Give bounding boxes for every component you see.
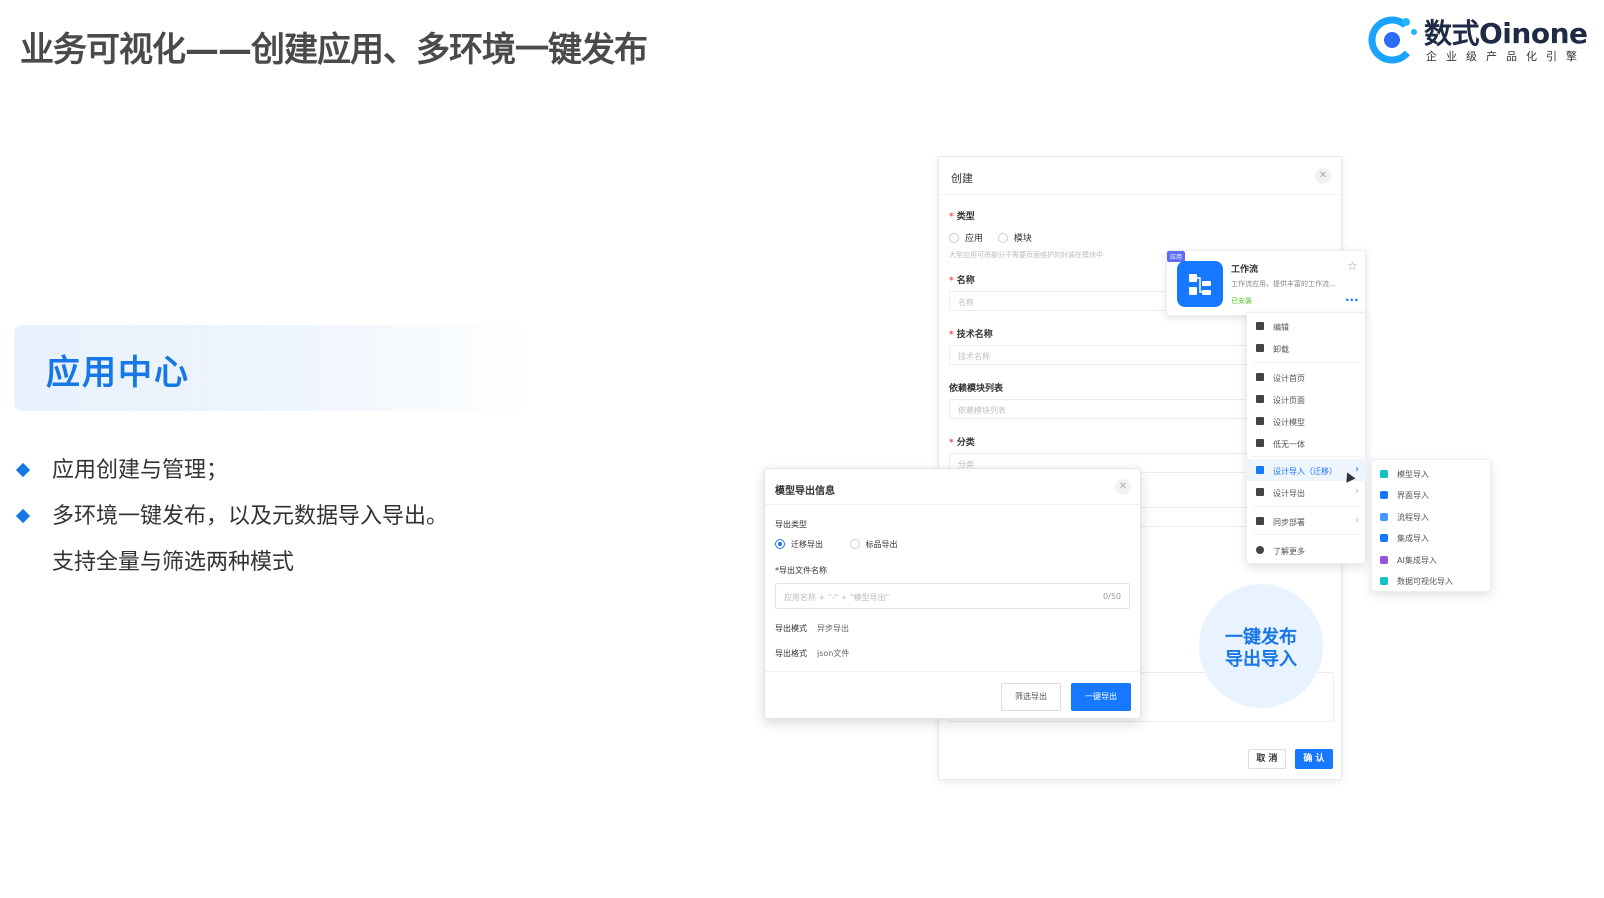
radio-standard-export[interactable]: [849, 539, 860, 549]
integration-import-icon: [1380, 534, 1388, 542]
feature-badge: 一键发布 导出导入: [1199, 584, 1323, 708]
submenu-item-integration-import[interactable]: 集成导入: [1372, 527, 1492, 547]
export-icon: [1256, 488, 1264, 496]
bullet-list: 应用创建与管理； 多环境一键发布，以及元数据导入导出。支持全量与筛选两种模式: [15, 448, 456, 586]
home-icon: [1256, 373, 1264, 381]
radio-module-label: 模块: [1013, 234, 1032, 244]
import-submenu: 模型导入 界面导入 流程导入 集成导入 AI集成导入 数据可视化导入: [1371, 459, 1491, 592]
category-label: * 分类: [949, 438, 975, 448]
diamond-bullet-icon: [15, 462, 31, 478]
badge-line-2: 导出导入: [1225, 649, 1297, 670]
footer-divider: [765, 671, 1140, 672]
menu-item-design-export[interactable]: 设计导出 ›: [1247, 481, 1367, 503]
chevron-right-icon: ›: [1355, 486, 1359, 497]
diamond-bullet-icon: [15, 508, 31, 524]
pencil-icon: [1256, 322, 1264, 330]
radio-migrate-export[interactable]: [775, 539, 785, 549]
import-icon: [1256, 466, 1264, 474]
radio-standard-export-label: 标品导出: [865, 540, 898, 549]
more-icon[interactable]: ···: [1345, 293, 1359, 307]
cancel-button[interactable]: 取 消: [1248, 749, 1286, 769]
menu-item-design-model[interactable]: 设计模型: [1247, 410, 1367, 432]
radio-app[interactable]: [949, 233, 959, 243]
table-icon: [1256, 517, 1264, 525]
file-name-placeholder: 应用名称 + "-" + "模型导出": [784, 593, 890, 602]
flow-import-icon: [1380, 513, 1388, 521]
brand-logo: 数式Oinone 企业级产品化引擎: [1368, 10, 1588, 64]
submenu-item-model-import[interactable]: 模型导入: [1372, 463, 1492, 483]
model-import-icon: [1380, 470, 1388, 478]
menu-divider: [1253, 506, 1361, 507]
star-icon[interactable]: ☆: [1347, 259, 1358, 273]
slide-title: 业务可视化——创建应用、多环境一键发布: [20, 30, 648, 70]
uninstall-icon: [1256, 344, 1264, 352]
menu-item-lowcode[interactable]: 低无一体: [1247, 432, 1367, 454]
confirm-button[interactable]: 确 认: [1295, 749, 1333, 769]
section-title: 应用中心: [46, 353, 190, 393]
export-dialog-title: 模型导出信息: [765, 469, 1140, 505]
radio-migrate-export-label: 迁移导出: [791, 540, 823, 549]
tech-name-label: * 技术名称: [949, 330, 993, 340]
menu-item-design-page[interactable]: 设计页面: [1247, 388, 1367, 410]
bullet-text: 应用创建与管理；: [52, 458, 229, 483]
menu-divider: [1253, 534, 1361, 535]
app-name: 工作流: [1231, 265, 1259, 275]
type-hint: 大型应用可将部分不需要页面维护的封装在模块中: [949, 251, 1103, 259]
create-dialog-title: 创建: [939, 157, 1341, 195]
bullet-text: 多环境一键发布，以及元数据导入导出。支持全量与筛选两种模式: [52, 504, 449, 575]
type-label: * 类型: [949, 212, 975, 222]
info-icon: [1256, 546, 1264, 554]
bullet-item: 应用创建与管理；: [15, 448, 456, 494]
submenu-item-ui-import[interactable]: 界面导入: [1372, 484, 1492, 504]
file-name-label: *导出文件名称: [775, 566, 827, 575]
close-icon[interactable]: ✕: [1315, 168, 1331, 184]
submenu-item-dataviz-import[interactable]: 数据可视化导入: [1372, 570, 1492, 590]
ai-import-icon: [1380, 556, 1388, 564]
menu-item-edit[interactable]: 编辑: [1247, 315, 1367, 337]
export-type-radio-group: 迁移导出 标品导出: [775, 539, 898, 550]
app-status: 已安装: [1231, 297, 1252, 305]
submenu-item-ai-import[interactable]: AI集成导入: [1372, 549, 1492, 569]
menu-item-design-home[interactable]: 设计首页: [1247, 366, 1367, 388]
menu-item-learn-more[interactable]: 了解更多: [1247, 539, 1367, 561]
char-count: 0/50: [1103, 592, 1121, 601]
app-action-menu: 编辑 卸载 设计首页 设计页面 设计模型 低无一体 设计导入（迁移） › 设计导出…: [1246, 312, 1367, 564]
submenu-item-flow-import[interactable]: 流程导入: [1372, 506, 1492, 526]
file-name-input[interactable]: 应用名称 + "-" + "模型导出" 0/50: [775, 583, 1130, 609]
menu-divider: [1253, 362, 1361, 363]
section-banner: 应用中心: [14, 325, 534, 411]
menu-item-sync-deploy[interactable]: 同步部署 ›: [1247, 510, 1367, 532]
bullet-item: 多环境一键发布，以及元数据导入导出。支持全量与筛选两种模式: [15, 494, 456, 586]
export-type-label: 导出类型: [775, 520, 807, 529]
page-icon: [1256, 395, 1264, 403]
menu-item-uninstall[interactable]: 卸载: [1247, 337, 1367, 359]
radio-module[interactable]: [997, 233, 1008, 243]
document-icon: [1256, 439, 1264, 447]
export-format-row: 导出格式 json文件: [775, 649, 850, 658]
logo-brand-text: 数式Oinone: [1424, 17, 1588, 50]
app-card-workflow[interactable]: 应用 工作流 工作流应用，提供丰富的工作流... 已安装 ☆ ···: [1166, 250, 1366, 316]
logo-tagline: 企业级产品化引擎: [1426, 50, 1586, 63]
type-radio-group: 应用 模块: [949, 231, 1032, 244]
app-description: 工作流应用，提供丰富的工作流...: [1231, 280, 1336, 288]
one-click-export-button[interactable]: 一键导出: [1071, 683, 1131, 711]
dependency-label: 依赖模块列表: [949, 384, 1004, 394]
dataviz-import-icon: [1380, 577, 1388, 585]
chevron-right-icon: ›: [1355, 464, 1359, 475]
name-label: * 名称: [949, 276, 975, 286]
filter-export-button[interactable]: 筛选导出: [1001, 683, 1061, 711]
workflow-app-icon: [1177, 261, 1223, 307]
chevron-right-icon: ›: [1355, 515, 1359, 526]
radio-app-label: 应用: [965, 234, 984, 244]
ui-import-icon: [1380, 491, 1388, 499]
close-icon[interactable]: ✕: [1115, 479, 1131, 495]
model-icon: [1256, 417, 1264, 425]
export-dialog: 模型导出信息 ✕ 导出类型 迁移导出 标品导出 *导出文件名称 应用名称 + "…: [764, 468, 1141, 719]
menu-divider: [1253, 456, 1361, 457]
oinone-logo-icon: [1368, 16, 1417, 64]
export-mode-row: 导出模式 异步导出: [775, 624, 849, 633]
